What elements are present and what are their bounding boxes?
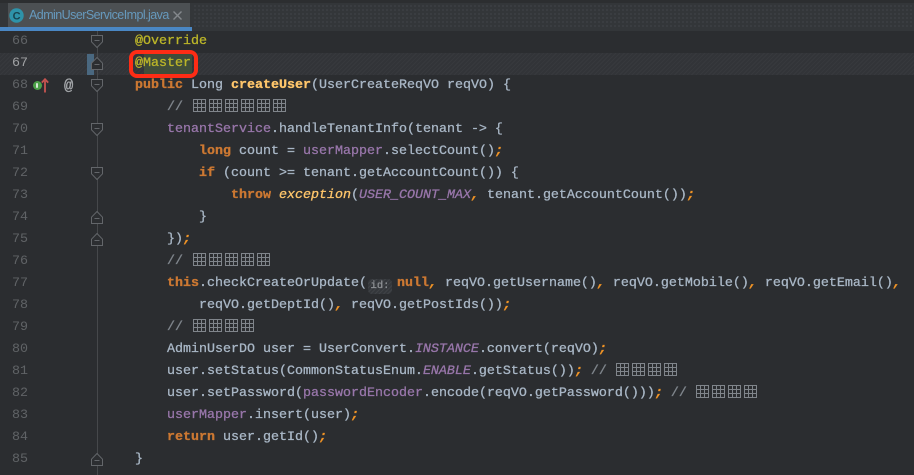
svg-text:C: C [13,11,21,23]
